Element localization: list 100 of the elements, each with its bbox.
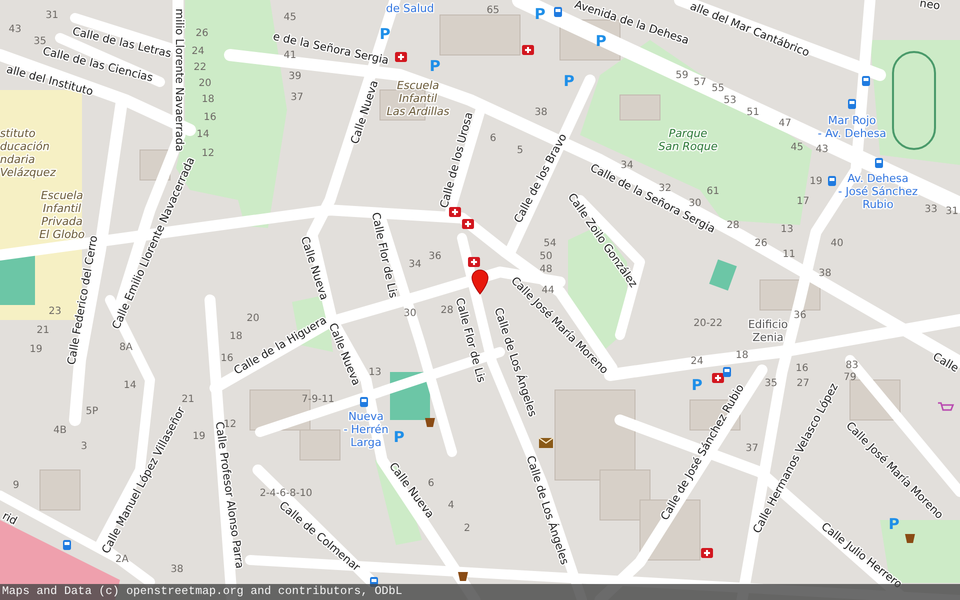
- house-number: 26: [754, 238, 768, 249]
- house-number: 16: [796, 363, 808, 374]
- house-number: 19: [810, 176, 822, 187]
- house-number: 45: [790, 142, 804, 153]
- house-number: 16: [204, 112, 216, 123]
- house-number: 35: [34, 36, 46, 47]
- street-label: Calle Nueva: [298, 234, 331, 302]
- cup-icon: [425, 418, 435, 427]
- house-number: 27: [796, 378, 810, 389]
- house-number: 31: [946, 206, 958, 217]
- house-number: 34: [620, 160, 634, 171]
- house-number: 38: [170, 564, 184, 575]
- house-number: 19: [192, 431, 206, 442]
- house-number: 23: [48, 306, 62, 317]
- house-number: 12: [224, 419, 236, 430]
- bus-icon: [360, 397, 368, 407]
- bus-icon: [554, 7, 562, 17]
- house-number: 38: [534, 107, 548, 118]
- house-number: 38: [818, 268, 832, 279]
- house-number: 24: [192, 46, 204, 57]
- bus-icon: [862, 76, 870, 86]
- bus-icon: [828, 176, 836, 186]
- house-number: 57: [694, 77, 706, 88]
- house-number: 32: [658, 183, 672, 194]
- house-number: 24: [690, 356, 704, 367]
- house-number: 28: [726, 220, 740, 231]
- street-label: milio Llorente Navaerrada: [173, 8, 186, 152]
- house-number: 37: [290, 92, 304, 103]
- street-label: neo: [918, 0, 941, 12]
- cart-icon: [938, 402, 954, 411]
- parking-sign: P: [380, 25, 390, 43]
- house-number: 19: [30, 344, 42, 355]
- medical-kit-icon: [449, 207, 461, 217]
- house-number: 30: [404, 308, 416, 319]
- house-number: 55: [712, 83, 724, 94]
- house-number: 48: [540, 264, 552, 275]
- house-number: 47: [778, 118, 792, 129]
- house-number: 5: [516, 145, 524, 156]
- house-number: 28: [440, 305, 454, 316]
- house-number: 3: [80, 441, 88, 452]
- parking-sign: P: [888, 515, 900, 533]
- house-number: 20-22: [693, 318, 723, 329]
- house-number: 35: [764, 378, 778, 389]
- house-number: 44: [542, 285, 554, 296]
- house-number: 79: [844, 372, 856, 383]
- house-number: 21: [182, 394, 194, 405]
- parking-sign: P: [534, 5, 546, 23]
- house-number: 59: [676, 70, 688, 81]
- house-number: 4B: [53, 425, 67, 436]
- house-number: 17: [796, 196, 810, 207]
- place-label: Edificio Zenia: [748, 318, 788, 344]
- house-number: 30: [688, 198, 702, 209]
- house-number: 16: [220, 353, 234, 364]
- parking-sign: P: [596, 32, 606, 50]
- medical-kit-icon: [522, 45, 534, 55]
- house-number: 34: [408, 259, 422, 270]
- house-number: 7-9-11: [302, 394, 334, 405]
- house-number: 43: [816, 144, 828, 155]
- parking-sign: P: [564, 72, 574, 90]
- house-number: 83: [846, 360, 858, 371]
- house-number: 4: [448, 500, 454, 511]
- place-label: stituto ducación ndaria Velázquez: [0, 127, 56, 179]
- bus-icon: [63, 540, 71, 550]
- medical-kit-icon: [462, 219, 474, 229]
- place-label: Parque San Roque: [658, 127, 718, 153]
- house-number: 18: [230, 331, 242, 342]
- medical-kit-icon: [468, 257, 480, 267]
- house-number: 20: [246, 313, 260, 324]
- cup-icon: [458, 572, 468, 581]
- cup-icon: [905, 534, 915, 543]
- house-number: 6: [490, 133, 496, 144]
- house-number: 39: [288, 71, 302, 82]
- house-number: 22: [194, 62, 206, 73]
- house-number: 6: [428, 478, 434, 489]
- location-pin-icon: [472, 270, 488, 294]
- house-number: 43: [8, 24, 22, 35]
- street-label: Calle Flor de Lis: [369, 211, 400, 300]
- bus-stop-label: Nueva - Herrén Larga: [344, 410, 388, 449]
- parking-sign: P: [394, 428, 404, 446]
- house-number: 20: [198, 78, 212, 89]
- house-number: 11: [782, 249, 796, 260]
- house-number: 14: [196, 129, 210, 140]
- parking-sign: P: [430, 57, 440, 75]
- house-number: 50: [540, 251, 552, 262]
- medical-kit-icon: [395, 52, 407, 62]
- street-label: Calle Nueva: [348, 78, 381, 146]
- house-number: 8A: [119, 342, 133, 353]
- house-number: 40: [830, 238, 844, 249]
- house-number: 61: [706, 186, 720, 197]
- street-label: Calle Nueva: [326, 321, 363, 388]
- medical-kit-icon: [712, 373, 724, 383]
- bus-stop-label: Av. Dehesa - José Sánchez Rubio: [838, 172, 918, 211]
- house-number: 2-4-6-8-10: [260, 488, 312, 499]
- house-number: 37: [746, 443, 758, 454]
- parking-sign: P: [692, 376, 702, 394]
- house-number: 41: [284, 50, 296, 61]
- house-number: 18: [202, 94, 214, 105]
- house-number: 14: [124, 380, 136, 391]
- house-number: 5P: [86, 406, 98, 417]
- house-number: 65: [486, 5, 500, 16]
